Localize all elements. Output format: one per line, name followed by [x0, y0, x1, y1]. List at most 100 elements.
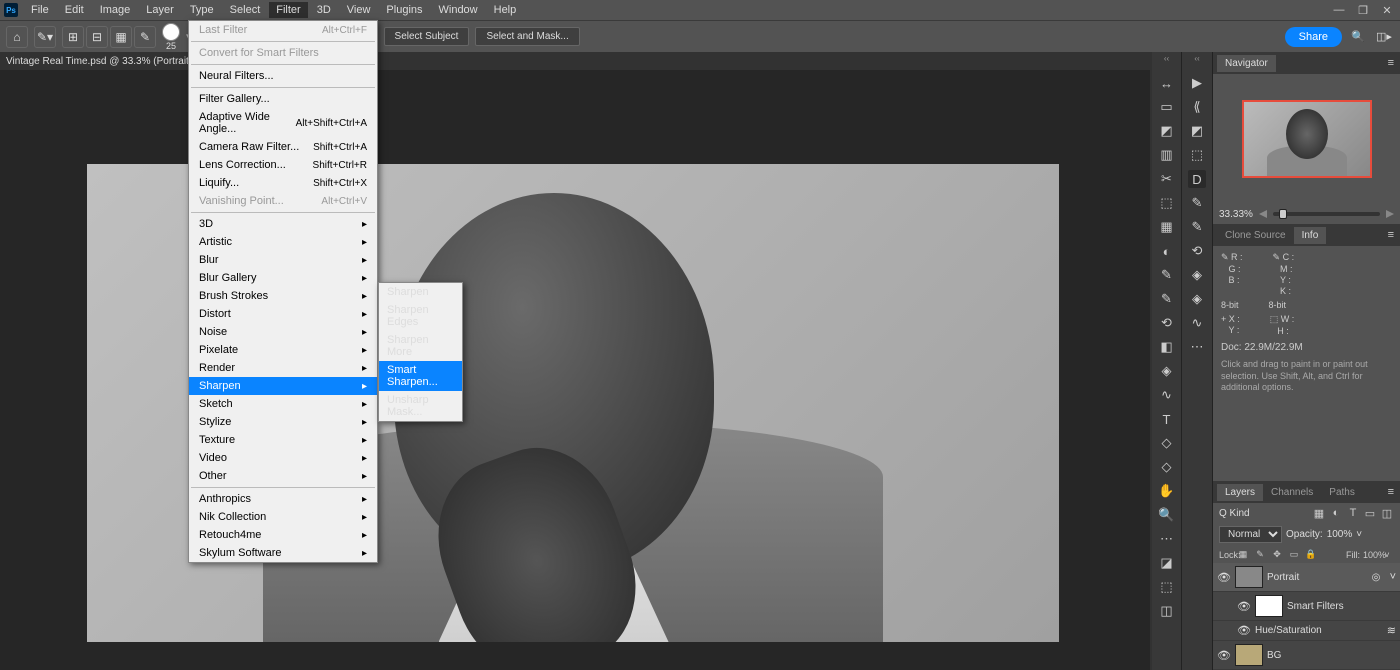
tool-icon-a-9[interactable]: ✎: [1158, 290, 1176, 308]
panel-menu-icon[interactable]: ≡: [1382, 57, 1400, 69]
panel-menu-icon[interactable]: ≡: [1382, 229, 1400, 241]
sharpen-item-sharpen-more[interactable]: Sharpen More: [379, 331, 462, 361]
tool-icon-b-9[interactable]: ◈: [1188, 290, 1206, 308]
menu-layer[interactable]: Layer: [139, 2, 181, 18]
tool-icon-a-12[interactable]: ◈: [1158, 362, 1176, 380]
filter-item-nik-collection[interactable]: Nik Collection▸: [189, 508, 377, 526]
opacity-value[interactable]: 100%: [1327, 529, 1353, 540]
filter-item-filter-gallery[interactable]: Filter Gallery...: [189, 90, 377, 108]
tab-paths[interactable]: Paths: [1321, 484, 1363, 501]
filter-item-stylize[interactable]: Stylize▸: [189, 413, 377, 431]
search-icon[interactable]: 🔍: [1348, 27, 1368, 47]
tool-icon-a-3[interactable]: ▥: [1158, 146, 1176, 164]
visibility-toggle-icon[interactable]: 👁: [1237, 624, 1251, 637]
filter-item-distort[interactable]: Distort▸: [189, 305, 377, 323]
lock-artboard-icon[interactable]: ▭: [1287, 549, 1301, 560]
tool-icon-b-8[interactable]: ◈: [1188, 266, 1206, 284]
tool-icon-b-1[interactable]: ⟪: [1188, 98, 1206, 116]
tool-icon-a-11[interactable]: ◧: [1158, 338, 1176, 356]
filter-settings-icon[interactable]: ≋: [1387, 624, 1396, 637]
filter-type-icon[interactable]: T: [1346, 506, 1360, 520]
tool-icon-a-14[interactable]: T: [1158, 410, 1176, 428]
filter-item-blur[interactable]: Blur▸: [189, 251, 377, 269]
filter-item-liquify[interactable]: Liquify...Shift+Ctrl+X: [189, 174, 377, 192]
lock-transparent-icon[interactable]: ▦: [1236, 549, 1250, 560]
visibility-toggle-icon[interactable]: 👁: [1237, 600, 1251, 613]
lock-paint-icon[interactable]: ✎: [1253, 549, 1267, 560]
tool-icon-a-22[interactable]: ◫: [1158, 602, 1176, 620]
tool-icon-b-5[interactable]: ✎: [1188, 194, 1206, 212]
filter-item-lens-correction[interactable]: Lens Correction...Shift+Ctrl+R: [189, 156, 377, 174]
tool-icon-b-0[interactable]: ▶: [1188, 74, 1206, 92]
filter-item-retouch4me[interactable]: Retouch4me▸: [189, 526, 377, 544]
tool-icon-b-7[interactable]: ⟲: [1188, 242, 1206, 260]
tab-layers[interactable]: Layers: [1217, 484, 1263, 501]
select-subject-button[interactable]: Select Subject: [384, 27, 470, 46]
filter-adjust-icon[interactable]: ◐: [1329, 506, 1343, 520]
blend-mode-select[interactable]: Normal: [1219, 526, 1282, 543]
tool-icon-a-21[interactable]: ⬚: [1158, 578, 1176, 596]
filter-item-sketch[interactable]: Sketch▸: [189, 395, 377, 413]
tool-icon-b-6[interactable]: ✎: [1188, 218, 1206, 236]
sharpen-item-smart-sharpen[interactable]: Smart Sharpen...: [379, 361, 462, 391]
sharpen-item-unsharp-mask[interactable]: Unsharp Mask...: [379, 391, 462, 421]
intersect-selection-icon[interactable]: ▦: [110, 26, 132, 48]
window-maximize[interactable]: ❐: [1354, 4, 1372, 17]
tool-icon-a-7[interactable]: ◐: [1158, 242, 1176, 260]
window-minimize[interactable]: —: [1330, 4, 1348, 16]
tool-icon-a-5[interactable]: ⬚: [1158, 194, 1176, 212]
menu-window[interactable]: Window: [432, 2, 485, 18]
zoom-out-icon[interactable]: [1259, 210, 1267, 218]
brush-settings-icon[interactable]: ✎: [134, 26, 156, 48]
filter-item-pixelate[interactable]: Pixelate▸: [189, 341, 377, 359]
tool-icon-a-18[interactable]: 🔍: [1158, 506, 1176, 524]
tab-channels[interactable]: Channels: [1263, 484, 1321, 501]
filter-item-video[interactable]: Video▸: [189, 449, 377, 467]
tool-icon-a-6[interactable]: ▦: [1158, 218, 1176, 236]
filter-item-blur-gallery[interactable]: Blur Gallery▸: [189, 269, 377, 287]
filter-item-render[interactable]: Render▸: [189, 359, 377, 377]
menu-edit[interactable]: Edit: [58, 2, 91, 18]
filter-item-neural-filters[interactable]: Neural Filters...: [189, 67, 377, 85]
filter-shape-icon[interactable]: ▭: [1363, 506, 1377, 520]
menu-image[interactable]: Image: [93, 2, 138, 18]
filter-item-brush-strokes[interactable]: Brush Strokes▸: [189, 287, 377, 305]
panel-menu-icon[interactable]: ≡: [1382, 486, 1400, 498]
zoom-slider[interactable]: [1273, 212, 1380, 216]
menu-type[interactable]: Type: [183, 2, 221, 18]
visibility-toggle-icon[interactable]: 👁: [1217, 649, 1231, 662]
layer-row-smart-filters[interactable]: 👁Smart Filters: [1213, 592, 1400, 621]
filter-item-3d[interactable]: 3D▸: [189, 215, 377, 233]
tool-icon-a-10[interactable]: ⟲: [1158, 314, 1176, 332]
filter-item-anthropics[interactable]: Anthropics▸: [189, 490, 377, 508]
tool-icon-b-10[interactable]: ∿: [1188, 314, 1206, 332]
filter-item-skylum-software[interactable]: Skylum Software▸: [189, 544, 377, 562]
add-selection-icon[interactable]: ⊞: [62, 26, 84, 48]
tool-icon-a-16[interactable]: ◇: [1158, 458, 1176, 476]
tool-icon-b-11[interactable]: ⋯: [1188, 338, 1206, 356]
filter-item-texture[interactable]: Texture▸: [189, 431, 377, 449]
brush-tool-icon[interactable]: ✎▾: [34, 26, 56, 48]
lock-position-icon[interactable]: ✥: [1270, 549, 1284, 560]
filter-item-noise[interactable]: Noise▸: [189, 323, 377, 341]
lock-all-icon[interactable]: 🔒: [1304, 549, 1318, 560]
layer-row-hue-saturation[interactable]: 👁Hue/Saturation≋: [1213, 621, 1400, 641]
tool-icon-b-4[interactable]: D: [1188, 170, 1206, 188]
filter-item-camera-raw-filter[interactable]: Camera Raw Filter...Shift+Ctrl+A: [189, 138, 377, 156]
menu-help[interactable]: Help: [487, 2, 524, 18]
menu-filter[interactable]: Filter: [269, 2, 307, 18]
tool-icon-a-19[interactable]: ⋯: [1158, 530, 1176, 548]
tool-icon-a-8[interactable]: ✎: [1158, 266, 1176, 284]
tool-icon-a-17[interactable]: ✋: [1158, 482, 1176, 500]
tool-icon-a-0[interactable]: ↔: [1158, 74, 1176, 92]
tool-icon-a-4[interactable]: ✂: [1158, 170, 1176, 188]
menu-file[interactable]: File: [24, 2, 56, 18]
tab-navigator[interactable]: Navigator: [1217, 55, 1276, 72]
tool-icon-a-15[interactable]: ◇: [1158, 434, 1176, 452]
filter-smart-icon[interactable]: ◫: [1380, 506, 1394, 520]
subtract-selection-icon[interactable]: ⊟: [86, 26, 108, 48]
select-and-mask-button[interactable]: Select and Mask...: [475, 27, 579, 46]
tab-info[interactable]: Info: [1294, 227, 1327, 244]
tool-icon-a-2[interactable]: ◩: [1158, 122, 1176, 140]
menu-view[interactable]: View: [340, 2, 378, 18]
